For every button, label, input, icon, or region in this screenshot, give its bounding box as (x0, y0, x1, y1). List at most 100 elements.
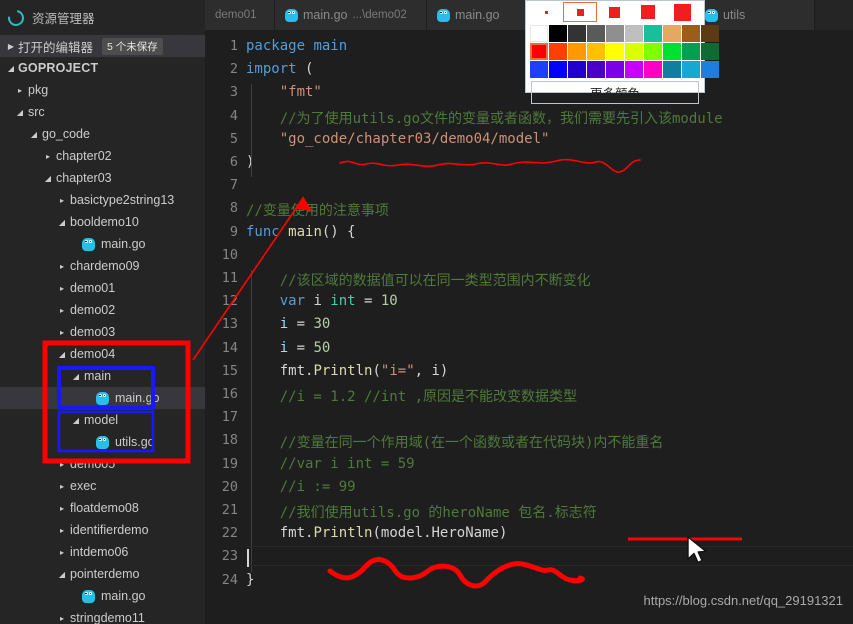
more-colors-button[interactable]: 更多颜色 (531, 81, 699, 104)
chevron-down-icon[interactable]: ◢ (70, 372, 82, 381)
color-swatch[interactable] (644, 25, 662, 42)
tree-item-demo01[interactable]: ▸ demo01 (0, 277, 205, 299)
code-line[interactable]: } (246, 572, 254, 588)
tree-item-utils-go[interactable]: ▸utils.go (0, 431, 205, 453)
color-swatch[interactable] (568, 61, 586, 78)
tree-item-floatdemo08[interactable]: ▸ floatdemo08 (0, 497, 205, 519)
code-line[interactable]: //我们使用utils.go 的heroName 包名.标志符 (246, 502, 597, 522)
brush-size-option[interactable] (631, 2, 665, 22)
tree-item-demo03[interactable]: ▸ demo03 (0, 321, 205, 343)
color-swatch[interactable] (682, 25, 700, 42)
color-swatch[interactable] (568, 43, 586, 60)
tree-item-pointerdemo[interactable]: ◢ pointerdemo (0, 563, 205, 585)
tree-item-main[interactable]: ◢ main (0, 365, 205, 387)
color-swatch[interactable] (682, 43, 700, 60)
code-line[interactable]: fmt.Println("i=", i) (246, 363, 449, 379)
code-line[interactable]: package main (246, 38, 347, 54)
color-swatch[interactable] (549, 25, 567, 42)
color-swatch[interactable] (587, 43, 605, 60)
color-swatch[interactable] (701, 25, 719, 42)
code-content[interactable]: package main import ( "fmt" //为了使用utils.g… (246, 30, 853, 624)
color-swatch[interactable] (682, 61, 700, 78)
tree-item-pkg[interactable]: ▸ pkg (0, 79, 205, 101)
code-line[interactable]: var i int = 10 (246, 293, 398, 309)
tree-item-identifierdemo[interactable]: ▸ identifierdemo (0, 519, 205, 541)
tree-item-demo02[interactable]: ▸ demo02 (0, 299, 205, 321)
color-swatch[interactable] (644, 61, 662, 78)
code-line[interactable]: "fmt" (246, 84, 322, 100)
code-line[interactable]: import ( (246, 61, 313, 77)
brush-size-option[interactable] (563, 2, 597, 22)
editor-tab[interactable]: main.go ...\demo02 (275, 0, 427, 30)
color-swatch[interactable] (549, 61, 567, 78)
color-swatch[interactable] (606, 61, 624, 78)
chevron-right-icon[interactable]: ▸ (56, 504, 68, 513)
brush-size-option[interactable] (529, 2, 563, 22)
brush-size-option[interactable] (597, 2, 631, 22)
editor-tab[interactable]: demo01 (205, 0, 275, 30)
color-swatch[interactable] (663, 61, 681, 78)
chevron-right-icon[interactable]: ▸ (56, 306, 68, 315)
color-swatch[interactable] (625, 61, 643, 78)
color-swatch[interactable] (587, 61, 605, 78)
color-swatch[interactable] (663, 43, 681, 60)
tree-item-model[interactable]: ◢ model (0, 409, 205, 431)
code-line[interactable]: fmt.Println(model.HeroName) (246, 525, 508, 541)
code-line[interactable]: func main() { (246, 224, 356, 240)
chevron-down-icon[interactable]: ◢ (14, 108, 26, 117)
tree-item-chapter03[interactable]: ◢ chapter03 (0, 167, 205, 189)
code-line[interactable]: //i = 1.2 //int ,原因是不能改变数据类型 (246, 386, 577, 406)
brush-size-option[interactable] (665, 2, 699, 22)
project-root-header[interactable]: ◢ GOPROJECT (0, 57, 205, 79)
chevron-right-icon[interactable]: ▸ (42, 152, 54, 161)
chevron-right-icon[interactable]: ▸ (56, 328, 68, 337)
color-swatch[interactable] (701, 61, 719, 78)
color-swatch[interactable] (663, 25, 681, 42)
chevron-right-icon[interactable]: ▸ (56, 548, 68, 557)
chevron-down-icon[interactable]: ◢ (70, 416, 82, 425)
chevron-down-icon[interactable]: ◢ (56, 218, 68, 227)
color-swatch[interactable] (625, 25, 643, 42)
color-swatch-grid[interactable] (526, 23, 719, 78)
chevron-right-icon[interactable]: ▸ (56, 196, 68, 205)
color-swatch[interactable] (549, 43, 567, 60)
tree-item-booldemo10[interactable]: ◢ booldemo10 (0, 211, 205, 233)
open-editors-section-header[interactable]: ▶ 打开的编辑器 5 个未保存 (0, 35, 205, 57)
chevron-right-icon[interactable]: ▸ (56, 482, 68, 491)
tree-item-chardemo09[interactable]: ▸ chardemo09 (0, 255, 205, 277)
code-line[interactable]: "go_code/chapter03/demo04/model" (246, 131, 550, 147)
code-line[interactable]: //var i int = 59 (246, 456, 415, 472)
code-line[interactable]: //变量使用的注意事项 (246, 200, 389, 220)
color-swatch[interactable] (530, 25, 548, 42)
color-swatch[interactable] (606, 43, 624, 60)
code-line[interactable]: i = 50 (246, 340, 331, 356)
chevron-right-icon[interactable]: ▸ (56, 460, 68, 469)
color-swatch[interactable] (530, 43, 548, 60)
chevron-down-icon[interactable]: ◢ (56, 570, 68, 579)
tree-item-basictype2string13[interactable]: ▸ basictype2string13 (0, 189, 205, 211)
tree-item-chapter02[interactable]: ▸ chapter02 (0, 145, 205, 167)
code-line[interactable]: i = 30 (246, 316, 331, 332)
color-swatch[interactable] (530, 61, 548, 78)
chevron-down-icon[interactable]: ◢ (42, 174, 54, 183)
color-swatch[interactable] (587, 25, 605, 42)
color-picker-popup[interactable]: 更多颜色 (525, 0, 719, 104)
chevron-down-icon[interactable]: ◢ (28, 130, 40, 139)
brush-size-row[interactable] (526, 1, 704, 23)
color-swatch[interactable] (701, 43, 719, 60)
color-swatch[interactable] (568, 25, 586, 42)
chevron-right-icon[interactable]: ▸ (56, 262, 68, 271)
tree-item-go_code[interactable]: ◢ go_code (0, 123, 205, 145)
tree-item-src[interactable]: ◢ src (0, 101, 205, 123)
chevron-right-icon[interactable]: ▸ (56, 614, 68, 623)
tree-item-main-go[interactable]: ▸main.go (0, 233, 205, 255)
code-editor[interactable]: 1 2 3 4 5 6 7 8 9 10 11 12 13 14 15 16 17 18 19 20 21 22 23 24 … (205, 30, 853, 624)
color-swatch[interactable] (606, 25, 624, 42)
tree-item-intdemo06[interactable]: ▸ intdemo06 (0, 541, 205, 563)
color-swatch[interactable] (644, 43, 662, 60)
tree-item-demo05[interactable]: ▸ demo05 (0, 453, 205, 475)
chevron-down-icon[interactable]: ◢ (56, 350, 68, 359)
code-line[interactable]: //i := 99 (246, 479, 356, 495)
tree-item-exec[interactable]: ▸ exec (0, 475, 205, 497)
code-line[interactable]: //为了使用utils.go文件的变量或者函数，我们需要先引入该module (246, 108, 723, 128)
